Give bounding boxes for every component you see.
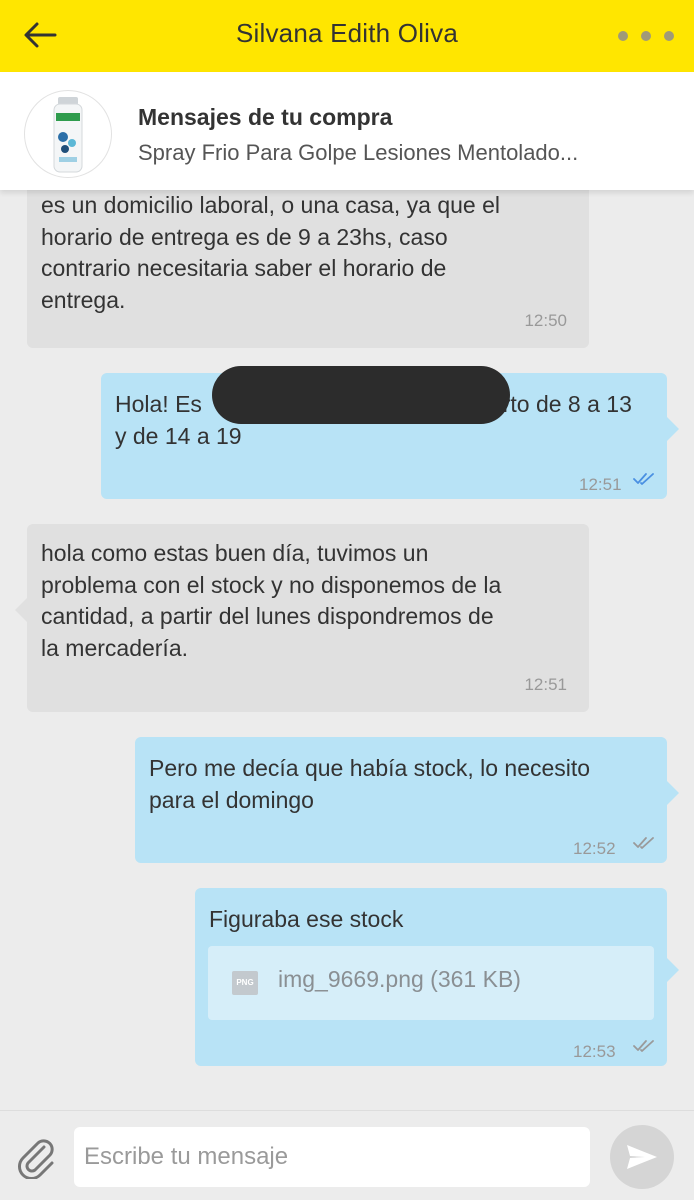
message-time: 12:51 — [579, 475, 622, 494]
png-file-icon: PNG — [232, 971, 258, 995]
message-text: Figuraba ese stock — [209, 904, 653, 936]
send-button[interactable] — [610, 1125, 674, 1189]
bubble-tail — [15, 598, 27, 622]
attachment-file[interactable]: PNG img_9669.png (361 KB) — [208, 946, 654, 1020]
top-bar: Silvana Edith Oliva — [0, 0, 694, 72]
message-incoming: es un domicilio laboral, o una casa, ya … — [27, 190, 589, 348]
message-fragment: erto de 8 a 13 — [489, 391, 632, 417]
message-line: Pero me decía que había stock, lo necesi… — [149, 755, 591, 781]
more-dot — [641, 31, 651, 41]
product-thumbnail — [24, 90, 112, 178]
chat-area[interactable]: es un domicilio laboral, o una casa, ya … — [0, 190, 694, 1110]
message-time: 12:52 — [573, 839, 616, 858]
message-time: 12:51 — [524, 674, 567, 694]
message-composer — [0, 1110, 694, 1200]
message-outgoing: Pero me decía que había stock, lo necesi… — [135, 737, 679, 863]
bubble-tail — [667, 781, 679, 805]
paperclip-icon — [18, 1139, 54, 1180]
message-line: la mercadería. — [41, 634, 189, 661]
message-line: problema con el stock y no disponemos de… — [41, 571, 502, 598]
read-check-icon — [633, 473, 654, 485]
message-line: Figuraba ese stock — [209, 906, 404, 932]
message-line: hola como estas buen día, tuvimos un — [41, 540, 429, 566]
more-dots-icon — [618, 31, 628, 41]
purchase-header[interactable]: Mensajes de tu compra Spray Frio Para Go… — [0, 72, 694, 190]
message-time: 12:53 — [573, 1042, 616, 1061]
bubble-tail — [667, 417, 679, 441]
message-line: horario de entrega es de 9 a 23hs, caso — [41, 223, 448, 250]
message-line: cantidad, a partir del lunes dispondremo… — [41, 603, 494, 629]
product-name: Spray Frio Para Golpe Lesiones Mentolado… — [138, 140, 579, 165]
message-fragment: Hola! Es — [115, 391, 202, 417]
message-input[interactable] — [74, 1127, 590, 1187]
send-icon — [627, 1145, 657, 1169]
attach-button[interactable] — [14, 1135, 58, 1180]
purchase-title: Mensajes de tu compra — [138, 104, 393, 130]
delivered-check-icon — [633, 1040, 654, 1052]
message-line: y de 14 a 19 — [115, 422, 242, 449]
more-options-button[interactable] — [618, 22, 674, 50]
delivered-check-icon — [633, 837, 654, 849]
redaction-mark — [212, 366, 510, 424]
message-line: para el domingo — [149, 786, 314, 813]
message-incoming: hola como estas buen día, tuvimos un pro… — [15, 524, 589, 712]
message-text: Pero me decía que había stock, lo necesi… — [149, 753, 653, 816]
spray-can-image — [53, 97, 83, 173]
message-line: es un domicilio laboral, o una casa, ya … — [41, 192, 501, 218]
message-line: entrega. — [41, 286, 126, 313]
message-text: es un domicilio laboral, o una casa, ya … — [41, 190, 575, 316]
message-line: contrario necesitaria saber el horario d… — [41, 255, 447, 281]
bubble-tail — [667, 958, 679, 982]
message-time: 12:50 — [524, 310, 567, 330]
conversation-title: Silvana Edith Oliva — [235, 18, 459, 48]
more-dot — [664, 31, 674, 41]
attachment-name: img_9669.png (361 KB) — [278, 966, 521, 992]
message-text: hola como estas buen día, tuvimos un pro… — [41, 538, 575, 664]
